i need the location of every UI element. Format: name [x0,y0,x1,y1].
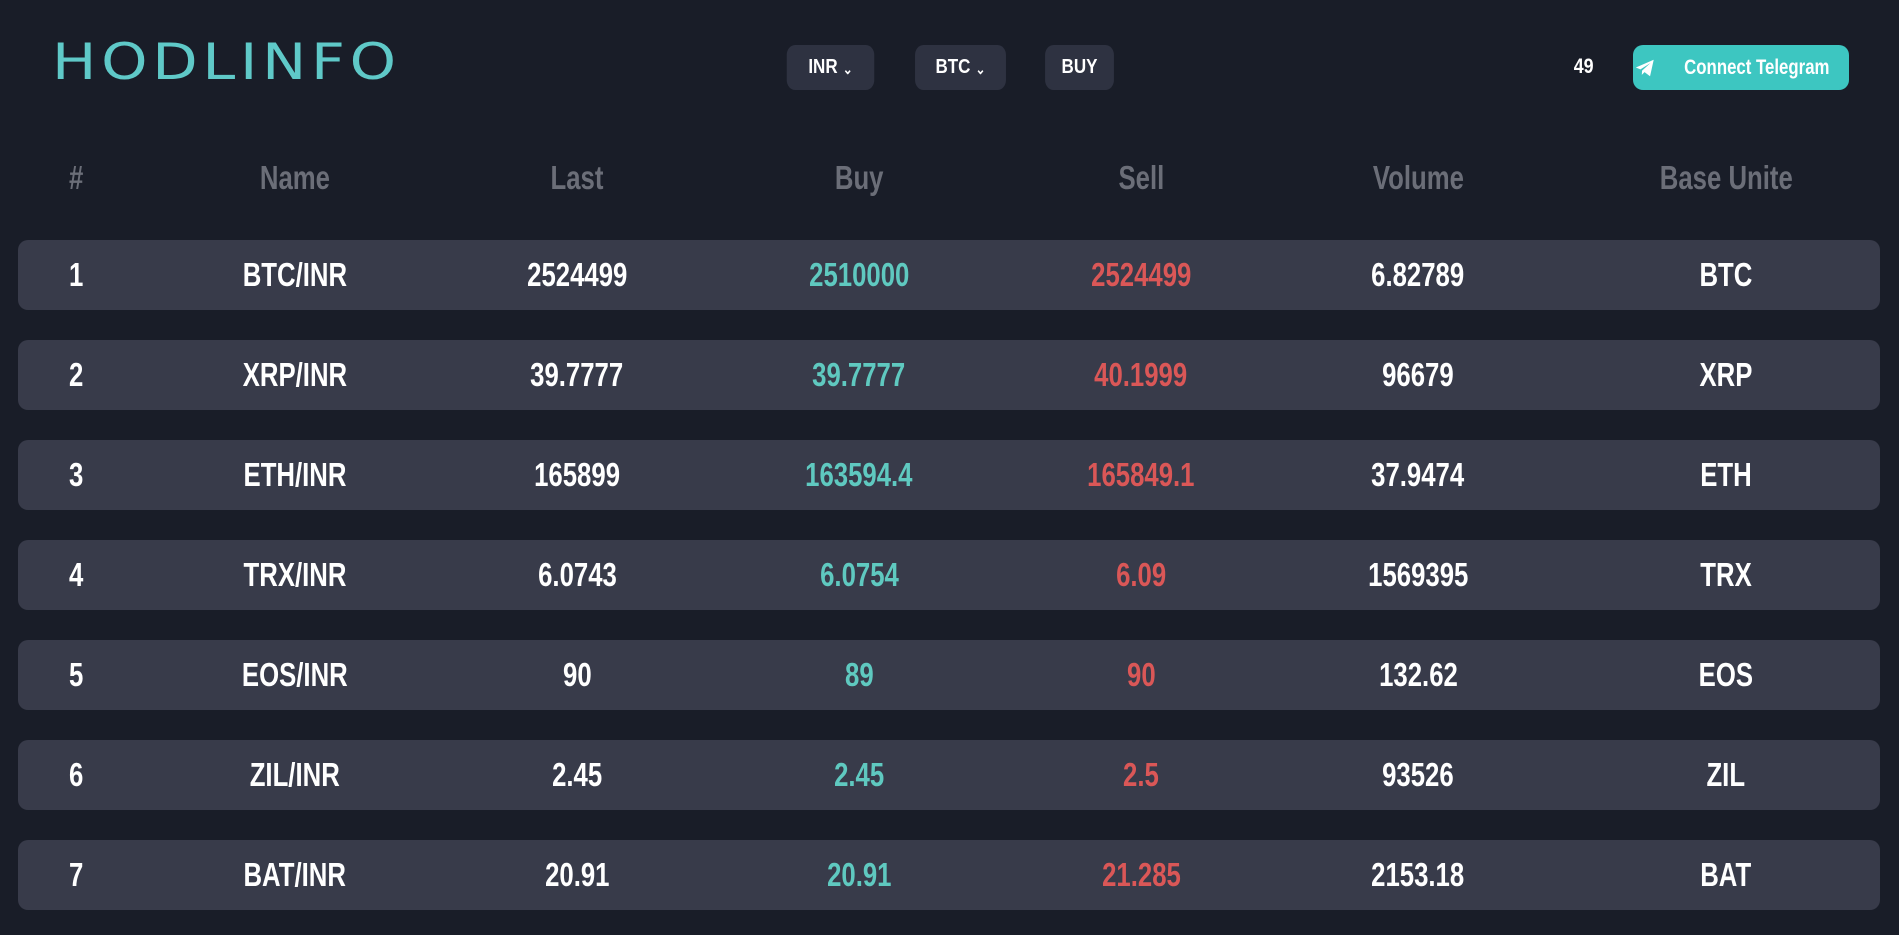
last-price: 39.7777 [530,356,624,393]
sell-price: 2524499 [1090,256,1192,293]
column-header-base-unit: Base Unite [1659,158,1793,196]
column-header-volume: Volume [1372,158,1464,196]
sell-price: 165849.1 [1087,456,1195,493]
base-unit: ZIL [1706,756,1746,793]
sell-price: 21.285 [1101,856,1181,893]
pair-name: XRP/INR [242,356,348,393]
column-header-index: # [68,158,84,196]
column-header-last: Last [550,158,604,196]
table-row: 1 BTC/INR 2524499 2510000 2524499 6.8278… [18,240,1880,310]
last-price: 2.45 [551,756,603,793]
connect-telegram-label: Connect Telegram [1684,55,1830,79]
last-price: 6.0743 [537,556,617,593]
last-price: 20.91 [544,856,610,893]
buy-price: 2.45 [833,756,885,793]
buy-price: 163594.4 [805,456,913,493]
buy-price: 39.7777 [812,356,906,393]
buy-button[interactable]: BUY [1045,45,1114,90]
volume: 37.9474 [1371,456,1465,493]
pair-name: ETH/INR [243,456,347,493]
chevron-down-icon: ⌄ [842,60,853,77]
chevron-down-icon: ⌄ [975,60,986,77]
sell-price: 90 [1126,656,1156,693]
row-index: 1 [68,256,84,293]
pair-name: BAT/INR [243,856,347,893]
currency-dropdown[interactable]: INR ⌄ [786,45,875,90]
currency-dropdown-label: INR [808,56,838,78]
volume: 96679 [1382,356,1454,393]
buy-price: 20.91 [826,856,892,893]
connect-telegram-button[interactable]: Connect Telegram [1633,45,1849,90]
row-index: 6 [68,756,84,793]
sell-price: 40.1999 [1094,356,1188,393]
base-unit: XRP [1699,356,1753,393]
buy-button-label: BUY [1061,56,1098,78]
row-index: 3 [68,456,84,493]
buy-price: 2510000 [808,256,910,293]
volume: 6.82789 [1371,256,1465,293]
column-header-buy: Buy [834,158,884,196]
table-row: 4 TRX/INR 6.0743 6.0754 6.09 1569395 TRX [18,540,1880,610]
table-row: 7 BAT/INR 20.91 20.91 21.285 2153.18 BAT [18,840,1880,910]
row-index: 7 [68,856,84,893]
volume: 132.62 [1378,656,1458,693]
row-index: 5 [68,656,84,693]
table-header: # Name Last Buy Sell Volume Base Unite [18,150,1880,205]
column-header-sell: Sell [1118,158,1164,196]
pair-name: ZIL/INR [249,756,341,793]
coin-dropdown[interactable]: BTC ⌄ [915,45,1006,90]
base-unit: TRX [1700,556,1752,593]
refresh-timer: 49 [1573,55,1594,78]
buy-price: 6.0754 [819,556,899,593]
volume: 2153.18 [1371,856,1465,893]
row-index: 4 [68,556,84,593]
pair-name: EOS/INR [242,656,348,693]
row-index: 2 [68,356,84,393]
table-row: 3 ETH/INR 165899 163594.4 165849.1 37.94… [18,440,1880,510]
base-unit: EOS [1698,656,1754,693]
column-header-name: Name [259,158,331,196]
base-unit: BTC [1699,256,1753,293]
logo[interactable]: HODLINFO [52,36,401,88]
last-price: 165899 [534,456,620,493]
volume: 93526 [1382,756,1454,793]
pair-name: BTC/INR [242,256,348,293]
base-unit: ETH [1700,456,1752,493]
top-bar: HODLINFO INR ⌄ BTC ⌄ BUY 49 Connect Tele… [0,0,1899,130]
last-price: 2524499 [526,256,628,293]
volume: 1569395 [1367,556,1469,593]
sell-price: 2.5 [1123,756,1159,793]
buy-price: 89 [844,656,874,693]
table-row: 5 EOS/INR 90 89 90 132.62 EOS [18,640,1880,710]
telegram-icon [1636,59,1654,76]
last-price: 90 [562,656,592,693]
table-row: 2 XRP/INR 39.7777 39.7777 40.1999 96679 … [18,340,1880,410]
sell-price: 6.09 [1115,556,1167,593]
coin-dropdown-label: BTC [935,56,971,78]
pair-name: TRX/INR [243,556,347,593]
table-row: 6 ZIL/INR 2.45 2.45 2.5 93526 ZIL [18,740,1880,810]
base-unit: BAT [1700,856,1752,893]
